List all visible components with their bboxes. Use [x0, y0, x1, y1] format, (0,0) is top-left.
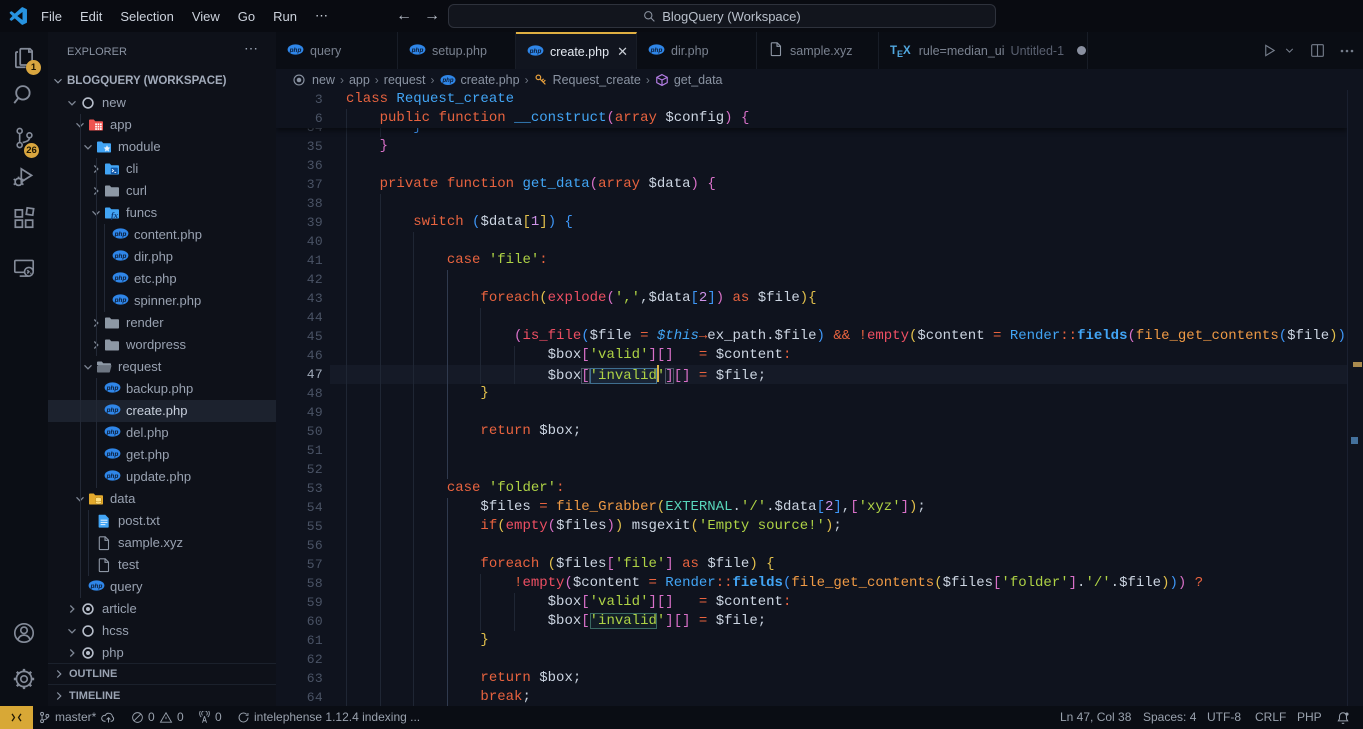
svg-text:php: php: [106, 472, 119, 479]
svg-text:fx: fx: [111, 210, 119, 220]
svg-text:php: php: [650, 46, 663, 53]
svg-text:php: php: [289, 46, 302, 53]
svg-text:php: php: [106, 384, 119, 391]
svg-text:php: php: [411, 46, 424, 53]
svg-text:php: php: [114, 252, 127, 259]
svg-text:php: php: [90, 582, 103, 589]
svg-text:php: php: [106, 450, 119, 457]
svg-text:php: php: [114, 296, 127, 303]
svg-text:php: php: [529, 47, 542, 54]
svg-text:php: php: [114, 230, 127, 237]
svg-text:php: php: [441, 78, 453, 84]
svg-text:php: php: [106, 406, 119, 413]
svg-text:php: php: [106, 428, 119, 435]
svg-text:php: php: [114, 274, 127, 281]
